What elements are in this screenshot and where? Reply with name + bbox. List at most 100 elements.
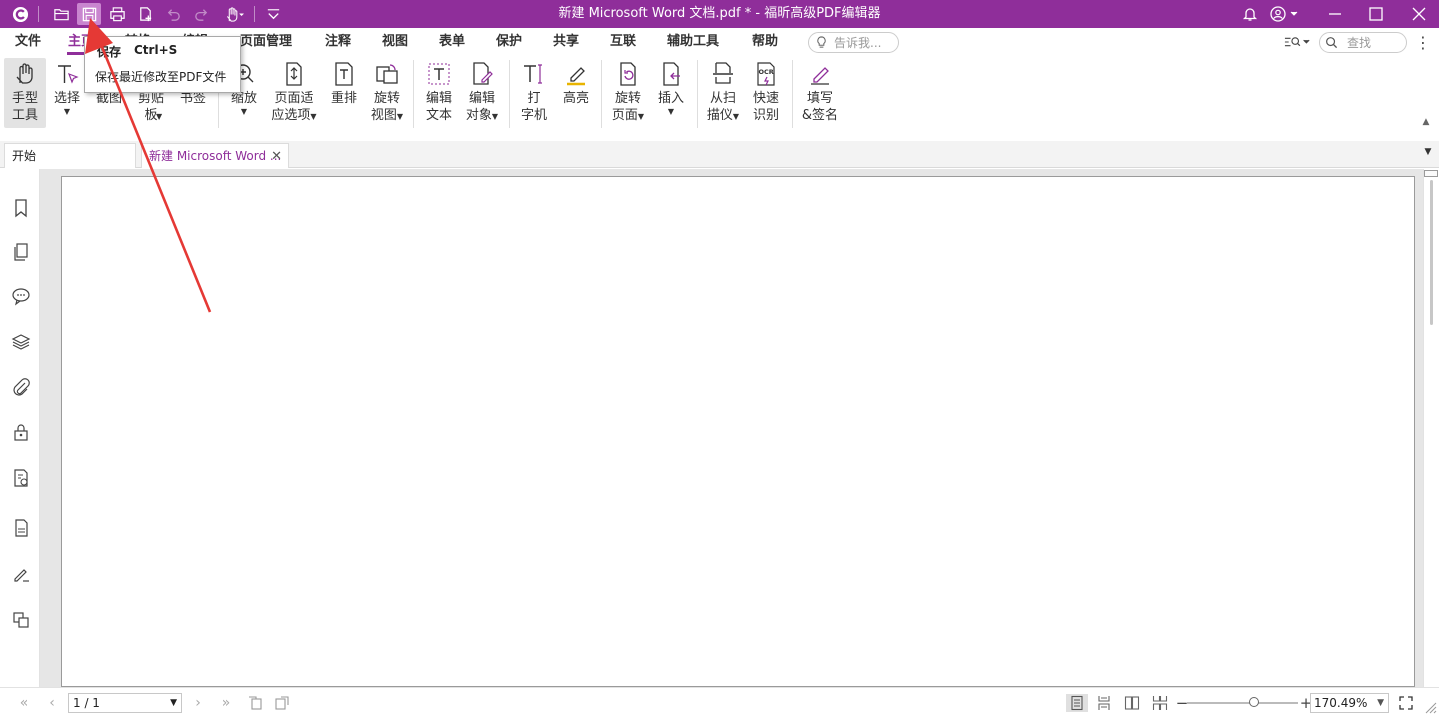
ribbon-separator bbox=[413, 60, 414, 128]
menu-share[interactable]: 共享 bbox=[553, 28, 579, 55]
maximize-icon[interactable] bbox=[1364, 2, 1388, 26]
select-dropdown-icon[interactable]: ▼ bbox=[50, 107, 84, 117]
menu-page-management[interactable]: 页面管理 bbox=[240, 28, 292, 55]
menu-accessibility[interactable]: 辅助工具 bbox=[667, 28, 719, 55]
page-fit-dropdown-icon[interactable]: ▼ bbox=[310, 112, 316, 121]
pdf-page[interactable] bbox=[61, 176, 1415, 687]
rotate-view-label-1: 旋转 bbox=[373, 91, 400, 106]
tab-close-icon[interactable]: ✕ bbox=[271, 144, 282, 169]
redo-icon[interactable] bbox=[189, 3, 213, 25]
menu-file[interactable]: 文件 bbox=[15, 28, 41, 55]
menu-view[interactable]: 视图 bbox=[382, 28, 408, 55]
pages-icon[interactable] bbox=[10, 241, 32, 263]
menu-help[interactable]: 帮助 bbox=[752, 28, 778, 55]
print-icon[interactable] bbox=[105, 3, 129, 25]
customize-dropdown-icon[interactable] bbox=[261, 3, 285, 25]
edit-object-icon bbox=[473, 62, 493, 85]
tab-document[interactable]: 新建 Microsoft Word ... ✕ bbox=[141, 143, 289, 168]
rotate-page-dropdown-icon[interactable]: ▼ bbox=[638, 112, 644, 121]
bell-icon[interactable] bbox=[1240, 2, 1260, 26]
scrollbar-thumb[interactable] bbox=[1430, 180, 1433, 325]
clipboard-dropdown-icon[interactable]: ▼ bbox=[156, 112, 162, 122]
typewriter-button[interactable]: 打 字机 bbox=[516, 58, 552, 128]
edit-object-button[interactable]: 编辑 对象▼ bbox=[461, 58, 503, 128]
zoom-dropdown-icon[interactable]: ▼ bbox=[1377, 694, 1384, 712]
edit-text-label-1: 编辑 bbox=[425, 91, 452, 106]
highlight-button[interactable]: 高亮 bbox=[558, 58, 594, 128]
previous-view-icon[interactable] bbox=[245, 694, 265, 712]
tab-start[interactable]: 开始 bbox=[4, 143, 136, 168]
account-icon[interactable] bbox=[1268, 2, 1302, 26]
rotate-view-label-2: 视图▼ bbox=[366, 107, 408, 125]
fill-sign-sidebar-icon[interactable] bbox=[10, 563, 32, 585]
typewriter-icon bbox=[524, 64, 542, 84]
quick-ocr-button[interactable]: OCR 快速 识别 bbox=[747, 58, 785, 128]
minimize-icon[interactable] bbox=[1323, 2, 1347, 26]
tabs-dropdown-icon[interactable]: ▼ bbox=[1421, 147, 1435, 159]
document-icon[interactable] bbox=[10, 517, 32, 539]
rotate-view-button[interactable]: 旋转 视图▼ bbox=[366, 58, 408, 128]
edit-text-label-2: 文本 bbox=[425, 108, 452, 123]
undo-icon[interactable] bbox=[161, 3, 185, 25]
continuous-icon[interactable] bbox=[1094, 694, 1114, 712]
last-page-icon[interactable]: » bbox=[216, 694, 236, 712]
zoom-slider[interactable] bbox=[1187, 702, 1298, 704]
hand-tool-icon[interactable] bbox=[219, 3, 249, 25]
hand-tool-label-1: 手型 bbox=[11, 91, 38, 106]
bookmark-icon[interactable] bbox=[10, 197, 32, 219]
menu-form[interactable]: 表单 bbox=[439, 28, 465, 55]
security-icon[interactable] bbox=[10, 421, 32, 443]
single-page-icon[interactable] bbox=[1066, 694, 1088, 712]
edit-object-dropdown-icon[interactable]: ▼ bbox=[492, 112, 498, 121]
close-icon[interactable] bbox=[1407, 2, 1431, 26]
fullscreen-icon[interactable] bbox=[1396, 694, 1416, 712]
resize-grip-icon[interactable] bbox=[1423, 700, 1437, 714]
layers-icon[interactable] bbox=[10, 331, 32, 353]
edit-object-label-1: 编辑 bbox=[468, 91, 495, 106]
open-folder-icon[interactable] bbox=[49, 3, 73, 25]
edit-text-button[interactable]: 编辑 文本 bbox=[420, 58, 458, 128]
zoom-dropdown-icon[interactable]: ▼ bbox=[226, 107, 262, 117]
fill-sign-button[interactable]: 填写 &签名 bbox=[798, 58, 842, 128]
from-scanner-button[interactable]: 从扫 描仪▼ bbox=[703, 58, 743, 128]
menu-connect[interactable]: 互联 bbox=[610, 28, 636, 55]
search-input[interactable]: 查找 bbox=[1319, 32, 1407, 53]
rotate-page-button[interactable]: 旋转 页面▼ bbox=[607, 58, 649, 128]
zoom-level-field[interactable]: 170.49% ▼ bbox=[1310, 693, 1389, 713]
next-view-icon[interactable] bbox=[272, 694, 292, 712]
compare-icon[interactable] bbox=[10, 609, 32, 631]
insert-dropdown-icon[interactable]: ▼ bbox=[653, 107, 689, 117]
page-number-field[interactable]: 1 / 1 ▼ bbox=[68, 693, 182, 713]
hand-tool-button[interactable]: 手型 工具 bbox=[4, 58, 46, 128]
from-scanner-dropdown-icon[interactable]: ▼ bbox=[733, 112, 739, 121]
insert-button[interactable]: 插入 ▼ bbox=[653, 58, 689, 128]
comments-icon[interactable] bbox=[10, 285, 32, 307]
tell-me-box[interactable]: 告诉我... bbox=[808, 32, 899, 53]
page-fit-button[interactable]: 页面适 应选项▼ bbox=[268, 58, 320, 128]
previous-page-icon[interactable]: ‹ bbox=[42, 694, 62, 712]
first-page-icon[interactable]: « bbox=[14, 694, 34, 712]
new-file-icon[interactable] bbox=[133, 3, 157, 25]
select-button[interactable]: 选择 ▼ bbox=[50, 58, 84, 128]
signature-check-icon[interactable] bbox=[10, 467, 32, 489]
navigation-sidebar bbox=[0, 169, 40, 687]
rotate-view-dropdown-icon[interactable]: ▼ bbox=[397, 112, 403, 121]
menu-comment[interactable]: 注释 bbox=[325, 28, 351, 55]
page-dropdown-icon[interactable]: ▼ bbox=[170, 694, 177, 712]
save-icon[interactable] bbox=[77, 3, 101, 25]
facing-icon[interactable] bbox=[1122, 694, 1142, 712]
more-options-icon[interactable]: ⋮ bbox=[1415, 32, 1431, 52]
rotate-view-icon bbox=[376, 64, 398, 84]
collapse-ribbon-icon[interactable]: ▲ bbox=[1419, 117, 1433, 129]
page-fit-icon bbox=[286, 62, 302, 86]
next-page-icon[interactable]: › bbox=[188, 694, 208, 712]
zoom-slider-handle[interactable] bbox=[1249, 697, 1259, 707]
attachments-icon[interactable] bbox=[10, 376, 32, 398]
scrollbar-split-handle[interactable] bbox=[1424, 170, 1438, 177]
reflow-button[interactable]: 重排 bbox=[326, 58, 362, 128]
continuous-facing-icon[interactable] bbox=[1150, 694, 1170, 712]
search-options-icon[interactable] bbox=[1283, 32, 1313, 52]
menu-protect[interactable]: 保护 bbox=[496, 28, 522, 55]
tab-start-label: 开始 bbox=[12, 149, 37, 163]
app-logo-icon[interactable] bbox=[8, 3, 32, 25]
